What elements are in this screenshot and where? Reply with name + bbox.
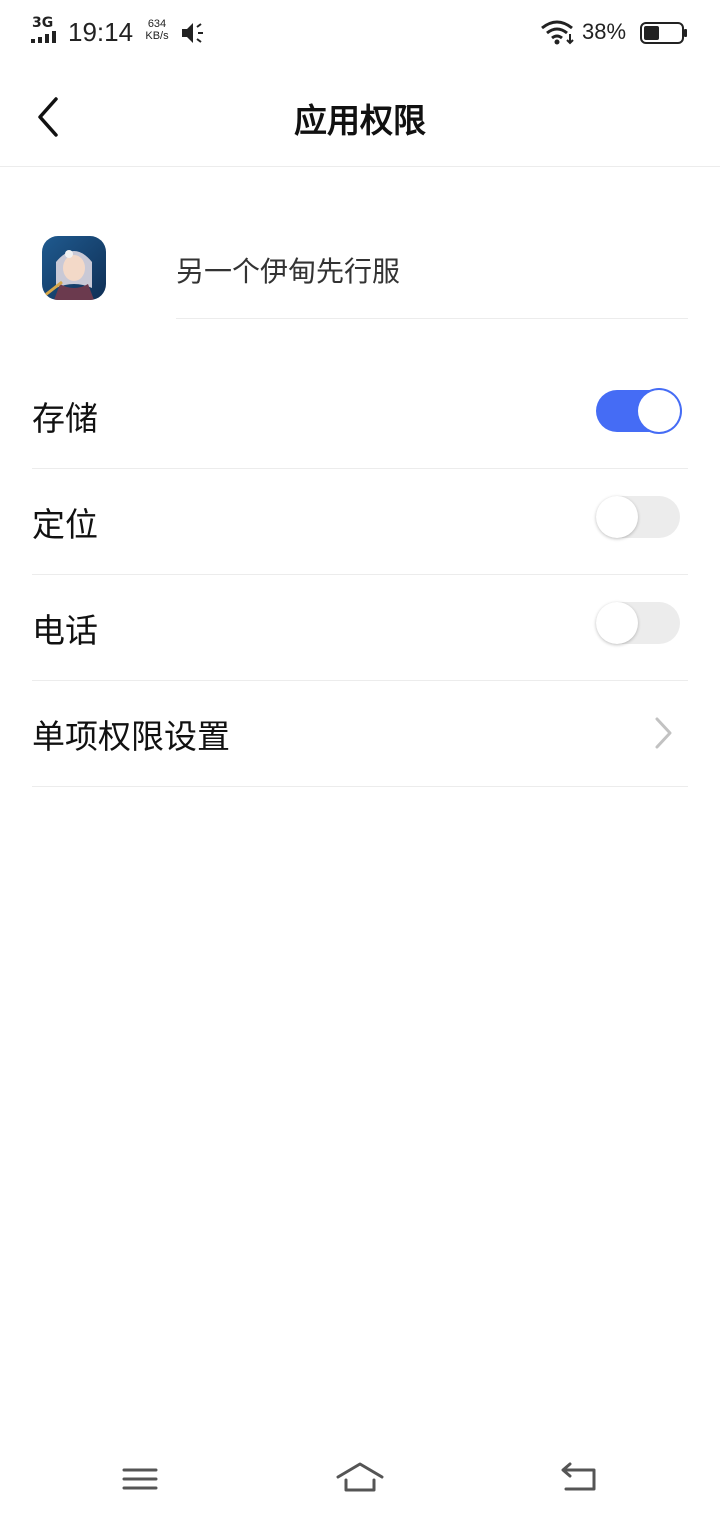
permission-label: 定位 xyxy=(32,505,98,544)
header: 应用权限 xyxy=(0,66,720,167)
speed-unit: KB/s xyxy=(145,30,169,42)
single-permission-settings[interactable]: 单项权限设置 xyxy=(32,680,688,787)
network-speed: 634 KB/s xyxy=(141,18,173,42)
menu-button[interactable] xyxy=(110,1456,170,1500)
toggle-knob xyxy=(596,496,638,538)
back-icon xyxy=(561,1462,596,1491)
speaker-icon xyxy=(182,23,203,43)
battery-icon xyxy=(640,22,687,44)
divider xyxy=(176,318,688,319)
home-icon xyxy=(336,1462,384,1492)
menu-icon xyxy=(122,1468,158,1490)
permission-row-storage[interactable]: 存储 xyxy=(32,362,688,469)
signal-icon xyxy=(31,31,56,43)
clock: 19:14 xyxy=(68,17,134,47)
chevron-right-icon xyxy=(655,717,672,749)
speed-value: 634 xyxy=(147,18,167,30)
toggle-knob xyxy=(638,390,680,432)
permission-row-phone[interactable]: 电话 xyxy=(32,574,688,681)
permission-row-location[interactable]: 定位 xyxy=(32,468,688,575)
back-nav-button[interactable] xyxy=(550,1456,610,1500)
location-toggle[interactable] xyxy=(596,496,680,538)
permission-label: 电话 xyxy=(32,611,98,650)
status-bar: 3G 19:14 634 KB/s 38% xyxy=(0,0,720,66)
single-permission-label: 单项权限设置 xyxy=(32,717,230,756)
app-name: 另一个伊甸先行服 xyxy=(176,255,401,288)
app-icon xyxy=(42,236,106,300)
page-title: 应用权限 xyxy=(294,101,426,140)
storage-toggle[interactable] xyxy=(596,390,680,432)
navigation-bar xyxy=(0,1440,720,1520)
permission-label: 存储 xyxy=(32,399,98,438)
phone-toggle[interactable] xyxy=(596,602,680,644)
home-button[interactable] xyxy=(330,1456,390,1500)
toggle-knob xyxy=(596,602,638,644)
wifi-icon xyxy=(541,20,574,45)
network-type: 3G xyxy=(32,15,54,31)
battery-percent: 38% xyxy=(582,19,627,44)
